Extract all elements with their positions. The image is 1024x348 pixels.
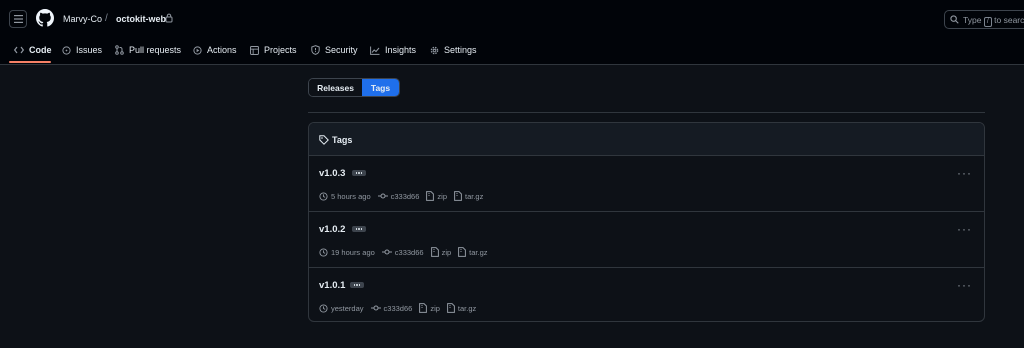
search-placeholder: Type / to search xyxy=(963,15,1024,27)
targz-download-link[interactable]: tar.gz xyxy=(465,192,483,201)
tab-issues[interactable]: Issues xyxy=(62,38,102,62)
tab-code[interactable]: Code xyxy=(14,38,52,62)
tag-name-link[interactable]: v1.0.1 xyxy=(319,280,345,291)
file-zip-icon xyxy=(454,191,462,201)
pull-request-icon xyxy=(115,45,124,55)
tab-security[interactable]: Security xyxy=(311,38,358,62)
more-options-icon[interactable]: ··· xyxy=(957,279,972,291)
table-icon xyxy=(250,45,259,55)
targz-download-link[interactable]: tar.gz xyxy=(469,248,487,257)
tab-settings[interactable]: Settings xyxy=(430,38,477,62)
tab-issues-label: Issues xyxy=(76,45,103,55)
search-input[interactable]: Type / to search xyxy=(944,10,1024,29)
gear-icon xyxy=(430,46,439,54)
expand-message-button[interactable] xyxy=(350,282,364,288)
commit-icon xyxy=(377,193,388,199)
targz-download-link[interactable]: tar.gz xyxy=(458,304,476,313)
clock-icon xyxy=(319,191,328,201)
tab-security-label: Security xyxy=(325,45,358,55)
repo-link[interactable]: octokit-web xyxy=(116,14,166,24)
tags-box: Tags v1.0.3 ··· 5 hours ago c333d66 zip … xyxy=(308,122,985,322)
code-icon xyxy=(14,46,24,54)
file-zip-icon xyxy=(419,303,428,313)
tab-code-label: Code xyxy=(29,45,52,55)
repo-nav-tabs: Code Issues Pull requests Actions Projec… xyxy=(0,38,1024,64)
tag-time: 19 hours ago xyxy=(331,247,375,257)
tag-time: yesterday xyxy=(331,303,364,313)
commit-sha-link[interactable]: c333d66 xyxy=(395,248,424,257)
tab-settings-label: Settings xyxy=(444,45,477,55)
tab-projects-label: Projects xyxy=(264,45,297,55)
clock-icon xyxy=(319,303,328,313)
tab-projects[interactable]: Projects xyxy=(250,38,297,62)
tag-row: v1.0.3 ··· 5 hours ago c333d66 zip tar.g… xyxy=(309,156,984,212)
file-zip-icon xyxy=(430,247,439,257)
search-placeholder-suffix: to search xyxy=(994,15,1024,25)
tags-box-header: Tags xyxy=(309,123,984,156)
top-bar: Marvy-Co / octokit-web Type / to search xyxy=(0,0,1024,38)
tag-row: v1.0.2 ··· 19 hours ago c333d66 zip tar.… xyxy=(309,212,984,268)
zip-download-link[interactable]: zip xyxy=(442,248,452,257)
site-header: Marvy-Co / octokit-web Type / to search xyxy=(0,0,1024,65)
tag-name-link[interactable]: v1.0.2 xyxy=(319,224,345,235)
more-options-icon[interactable]: ··· xyxy=(957,167,972,179)
tab-pull-requests[interactable]: Pull requests xyxy=(115,38,181,62)
tag-name-link[interactable]: v1.0.3 xyxy=(319,168,345,179)
file-zip-icon xyxy=(447,303,455,313)
tab-insights[interactable]: Insights xyxy=(370,38,416,62)
tag-row: v1.0.1 ··· yesterday c333d66 zip tar.gz xyxy=(309,268,984,321)
zip-download-link[interactable]: zip xyxy=(437,192,447,201)
zip-download-link[interactable]: zip xyxy=(430,304,440,313)
tags-box-title: Tags xyxy=(332,135,353,145)
releases-tags-toggle: Releases Tags xyxy=(308,78,400,97)
file-zip-icon xyxy=(458,247,467,257)
tags-toggle-button[interactable]: Tags xyxy=(362,79,399,96)
clock-icon xyxy=(319,247,328,257)
commit-sha-link[interactable]: c333d66 xyxy=(384,304,413,313)
tab-actions[interactable]: Actions xyxy=(193,38,237,62)
tag-meta: 19 hours ago c333d66 zip tar.gz xyxy=(319,247,495,257)
tab-insights-label: Insights xyxy=(385,45,417,55)
expand-message-button[interactable] xyxy=(352,170,366,176)
tab-actions-label: Actions xyxy=(207,45,237,55)
search-shortcut-key: / xyxy=(983,17,992,27)
shield-icon xyxy=(311,45,320,55)
commit-icon xyxy=(370,305,381,311)
search-icon xyxy=(950,15,959,24)
play-icon xyxy=(193,45,202,55)
releases-toggle-button[interactable]: Releases xyxy=(309,79,362,96)
tag-icon xyxy=(319,135,329,145)
commit-icon xyxy=(381,249,392,255)
tag-meta: 5 hours ago c333d66 zip tar.gz xyxy=(319,191,490,201)
commit-sha-link[interactable]: c333d66 xyxy=(391,192,420,201)
expand-message-button[interactable] xyxy=(352,226,366,232)
more-options-icon[interactable]: ··· xyxy=(957,223,972,235)
owner-link[interactable]: Marvy-Co xyxy=(63,14,102,24)
tab-pull-requests-label: Pull requests xyxy=(129,45,182,55)
graph-icon xyxy=(370,46,380,55)
issue-icon xyxy=(62,45,71,55)
tag-meta: yesterday c333d66 zip tar.gz xyxy=(319,303,483,313)
section-divider xyxy=(308,112,985,113)
path-separator: / xyxy=(105,13,108,24)
lock-icon xyxy=(165,13,173,23)
menu-button[interactable] xyxy=(9,10,27,28)
file-zip-icon xyxy=(426,191,435,201)
tag-time: 5 hours ago xyxy=(331,191,371,201)
github-logo-icon[interactable] xyxy=(36,9,54,27)
hamburger-icon xyxy=(13,15,23,23)
search-placeholder-prefix: Type xyxy=(963,15,982,25)
active-tab-indicator xyxy=(9,61,51,63)
